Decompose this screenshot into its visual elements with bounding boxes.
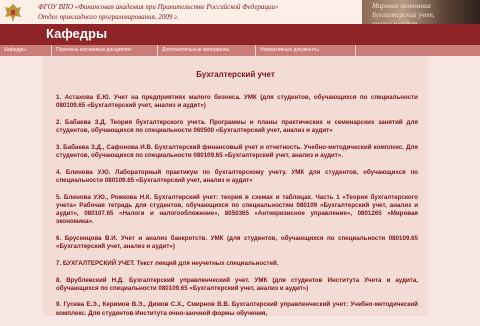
publication-link[interactable]: 7. БУХГАЛТЕРСКИЙ УЧЕТ. Текст лекций для …	[56, 260, 418, 268]
nav-item-materials[interactable]: Дополнительные материалы	[158, 45, 256, 56]
department-name: Отдел прикладного программирования, 2009…	[38, 13, 179, 21]
publication-link[interactable]: 9. Гусева Е.Э., Керимов В.Э., Димов С.Х.…	[56, 301, 418, 317]
nav-item-documents[interactable]: Нормативные документы	[256, 45, 356, 56]
publication-link[interactable]: 3. Бабаева З.Д., Сафонова И.В. Бухгалтер…	[56, 144, 418, 160]
right-margin	[428, 56, 480, 316]
publication-link[interactable]: 2. Бабаева З.Д. Теория бухгалтерского уч…	[56, 119, 418, 135]
publication-link[interactable]: 4. Блинова У.Ю. Лабораторный практикум п…	[56, 169, 418, 185]
tagline-1: Мировая экономика	[372, 2, 431, 10]
publication-link[interactable]: 1. Астахова Е.Ю. Учет на предприятиях ма…	[56, 94, 418, 110]
main-navigation: Кафедры Перечень изучаемых дисциплин Доп…	[0, 45, 480, 56]
section-title: Кафедры	[46, 26, 108, 41]
tagline-2: Бухгалтерский учет,	[372, 11, 435, 19]
nav-item-departments[interactable]: Кафедры	[0, 45, 52, 56]
eagle-emblem-icon	[5, 4, 21, 22]
publication-link[interactable]: 5. Блинова У.Ю., Рожкова Н.К. Бухгалтерс…	[56, 194, 418, 227]
publication-link[interactable]: 8. Врублевский Н.Д. Бухгалтерский управл…	[56, 277, 418, 293]
publication-list: 1. Астахова Е.Ю. Учет на предприятиях ма…	[56, 94, 418, 326]
publication-link[interactable]: 6. Брусенцова В.И. Учет и анализ банкрот…	[56, 235, 418, 251]
page-title: Бухгалтерский учет	[196, 70, 275, 79]
section-titlebar: Кафедры	[0, 24, 480, 45]
nav-item-disciplines[interactable]: Перечень изучаемых дисциплин	[52, 45, 158, 56]
main-content: Бухгалтерский учет 1. Астахова Е.Ю. Учет…	[43, 56, 428, 317]
organization-name: ФГОУ ВПО «Финансовая академия при Правит…	[38, 3, 279, 11]
